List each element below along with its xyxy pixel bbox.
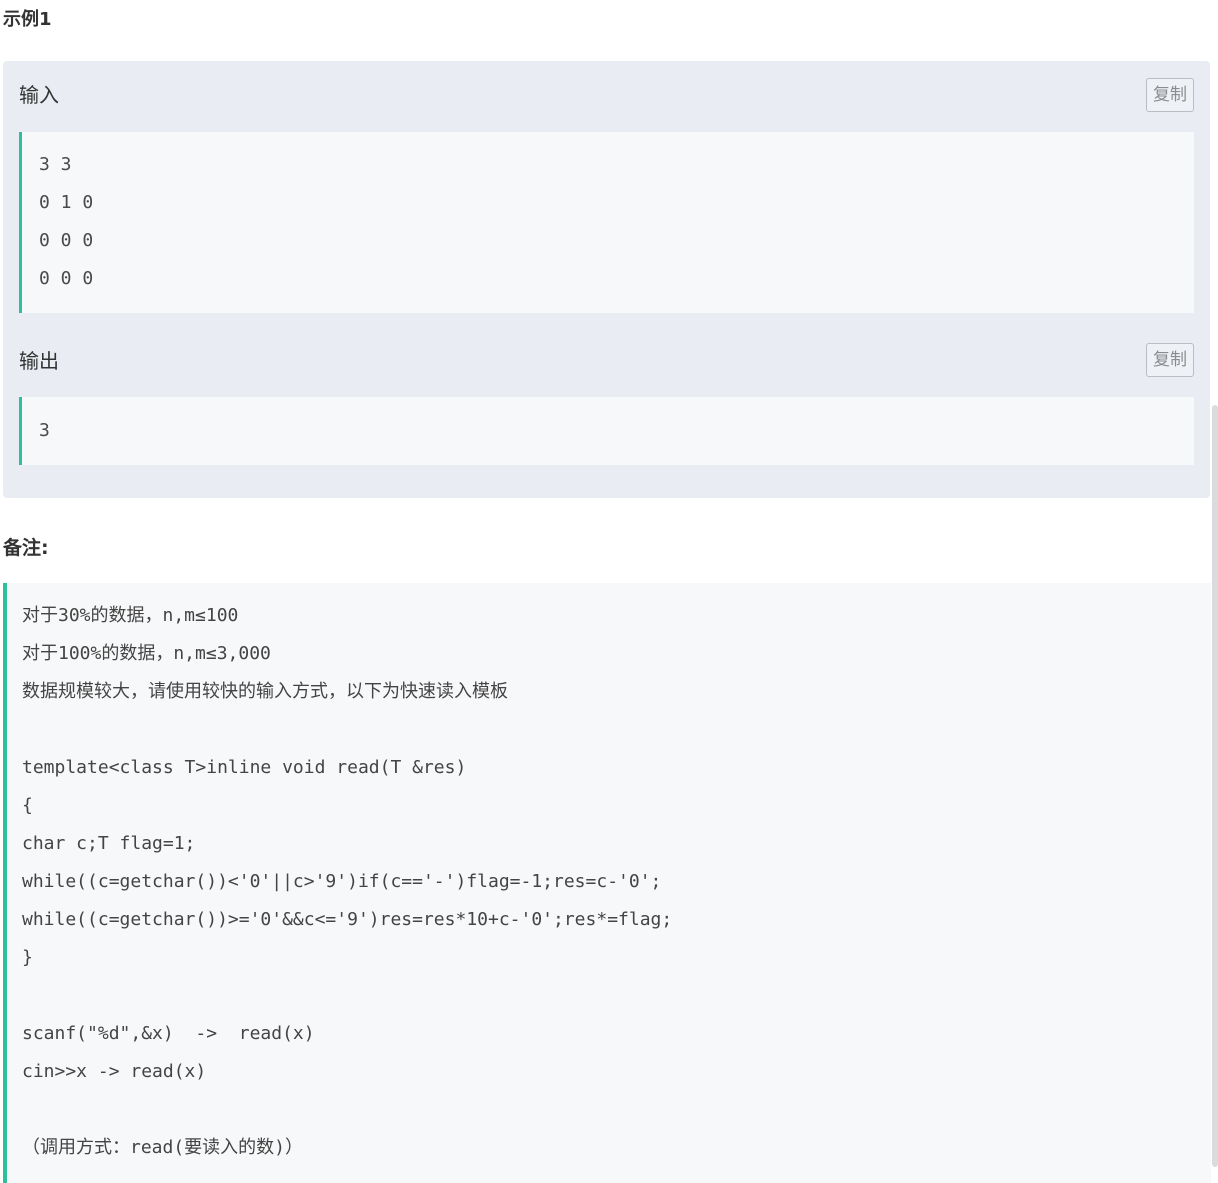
remark-code-line: while((c=getchar())<'0'||c>'9')if(c=='-'… — [22, 871, 662, 892]
remark-content: 对于30%的数据，n,m≤100 对于100%的数据，n,m≤3,000 数据规… — [3, 583, 1211, 1183]
example-panel: 输入 复制 3 3 0 1 0 0 0 0 0 0 0 输出 复制 3 — [3, 61, 1210, 498]
remark-line: 对于100%的数据，n,m≤3,000 — [22, 643, 271, 664]
remark-code-line: { — [22, 795, 33, 816]
input-line: 0 0 0 — [39, 268, 94, 289]
remark-line: 对于30%的数据，n,m≤100 — [22, 605, 239, 626]
remark-heading: 备注: — [3, 537, 49, 559]
remark-line — [22, 1091, 1211, 1129]
remark-code-line: cin>>x -> read(x) — [22, 1061, 207, 1082]
example-heading: 示例1 — [3, 9, 52, 30]
remark-code-line: char c;T flag=1; — [22, 833, 196, 854]
input-code-block: 3 3 0 1 0 0 0 0 0 0 0 — [19, 132, 1194, 313]
remark-line — [22, 711, 1211, 749]
input-line: 0 0 0 — [39, 230, 94, 251]
copy-input-button[interactable]: 复制 — [1146, 78, 1194, 112]
page-scrollbar[interactable] — [1212, 405, 1218, 1167]
input-line: 0 1 0 — [39, 192, 94, 213]
output-line: 3 — [39, 420, 50, 441]
remark-code-line: scanf("%d",&x) -> read(x) — [22, 1023, 315, 1044]
output-label: 输出 — [19, 349, 59, 373]
input-label: 输入 — [19, 83, 59, 107]
remark-code-line: while((c=getchar())>='0'&&c<='9')res=res… — [22, 909, 673, 930]
remark-line — [22, 977, 1211, 1015]
copy-output-button[interactable]: 复制 — [1146, 343, 1194, 377]
input-line: 3 3 — [39, 154, 72, 175]
remark-code-line: template<class T>inline void read(T &res… — [22, 757, 467, 778]
output-code-block: 3 — [19, 397, 1194, 465]
remark-line: （调用方式：read(要读入的数)） — [22, 1137, 304, 1158]
remark-line: 数据规模较大，请使用较快的输入方式，以下为快速读入模板 — [22, 681, 508, 702]
remark-code-line: } — [22, 947, 33, 968]
